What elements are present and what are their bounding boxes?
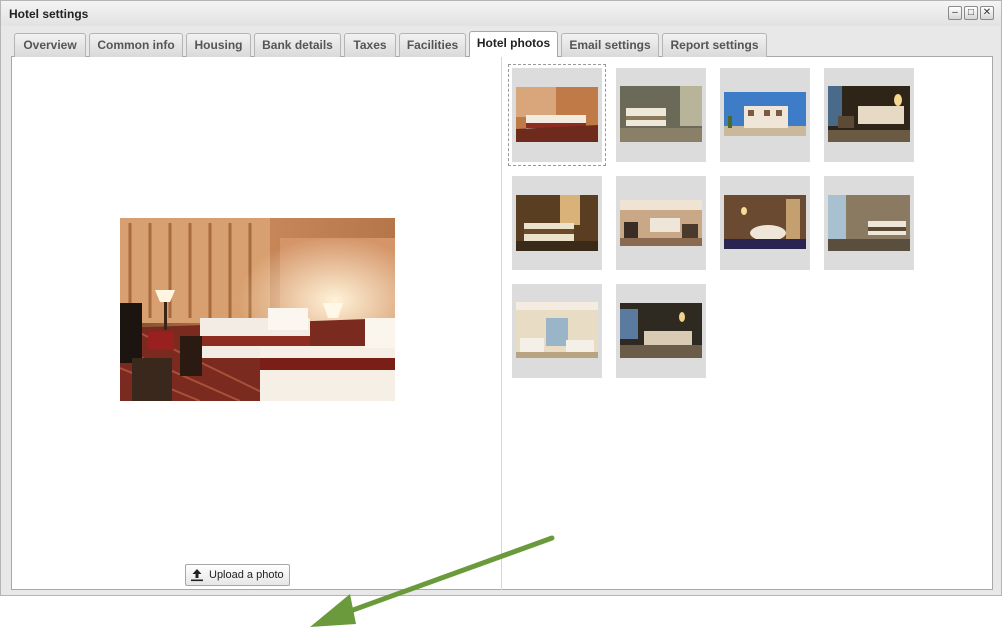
settings-tabs: Overview Common info Housing Bank detail… — [11, 28, 993, 58]
photo-thumbnail[interactable] — [616, 68, 706, 162]
upload-photo-button[interactable]: Upload a photo — [185, 564, 290, 586]
photo-preview-pane: Upload a photo — [12, 57, 502, 590]
photo-thumbnail[interactable] — [616, 176, 706, 270]
window-title: Hotel settings — [9, 7, 89, 21]
hotel-photos-panel: Upload a photo — [11, 57, 993, 627]
tab-report-settings[interactable]: Report settings — [662, 33, 767, 57]
maximize-button[interactable]: □ — [964, 6, 978, 20]
photo-thumbnail[interactable] — [720, 68, 810, 162]
photo-thumbnail[interactable] — [512, 284, 602, 378]
tab-common-info[interactable]: Common info — [89, 33, 183, 57]
photo-thumbnail[interactable] — [824, 68, 914, 162]
photo-thumbnail[interactable] — [720, 176, 810, 270]
photo-thumbnail[interactable] — [512, 176, 602, 270]
tab-taxes[interactable]: Taxes — [344, 33, 396, 57]
photo-thumbnail[interactable] — [824, 176, 914, 270]
hotel-settings-window: Hotel settings – □ ✕ Overview Common inf… — [0, 0, 1002, 627]
photo-thumbnail[interactable] — [508, 64, 606, 166]
close-button[interactable]: ✕ — [980, 6, 994, 20]
minimize-button[interactable]: – — [948, 6, 962, 20]
tab-hotel-photos[interactable]: Hotel photos — [469, 31, 558, 58]
tab-email-settings[interactable]: Email settings — [561, 33, 659, 57]
tab-housing[interactable]: Housing — [186, 33, 251, 57]
tab-overview[interactable]: Overview — [14, 33, 86, 57]
window-titlebar[interactable]: Hotel settings – □ ✕ — [1, 1, 1001, 26]
upload-icon — [191, 569, 203, 582]
tab-facilities[interactable]: Facilities — [399, 33, 466, 57]
main-photo-preview — [120, 218, 395, 401]
tab-bank-details[interactable]: Bank details — [254, 33, 341, 57]
upload-photo-label: Upload a photo — [209, 569, 284, 581]
photo-thumbnail[interactable] — [616, 284, 706, 378]
